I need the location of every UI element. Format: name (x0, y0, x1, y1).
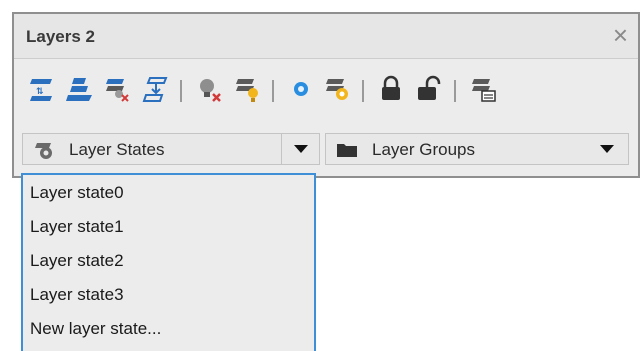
layers-toolbar: ⇅ (14, 60, 638, 120)
chevron-down-icon[interactable] (600, 145, 614, 153)
layer-states-combo[interactable]: Layer States (22, 133, 320, 165)
list-item[interactable]: Layer state0 (30, 183, 124, 203)
toolbar-separator (362, 80, 364, 102)
list-item[interactable]: Layer state1 (30, 217, 124, 237)
layer-properties-icon[interactable] (468, 74, 498, 104)
list-item[interactable]: Layer state2 (30, 251, 124, 271)
folder-icon (336, 140, 358, 160)
panel-titlebar: Layers 2 × (14, 14, 638, 59)
isolate-layer-icon[interactable] (102, 74, 132, 104)
turn-all-layers-on-icon[interactable] (232, 74, 262, 104)
previous-layer-icon[interactable] (140, 74, 170, 104)
new-layer-state-item[interactable]: New layer state... (30, 319, 161, 339)
svg-text:⇅: ⇅ (36, 87, 44, 97)
layers-panel: Layers 2 × ⇅ Layer States Layer Groups (12, 12, 640, 178)
layer-states-label: Layer States (69, 140, 165, 159)
close-icon[interactable]: × (613, 21, 628, 49)
layer-groups-label: Layer Groups (372, 140, 475, 159)
layer-states-dropdown-list: Layer state0 Layer state1 Layer state2 L… (21, 173, 316, 351)
match-layer-icon[interactable] (64, 74, 94, 104)
toolbar-separator (272, 80, 274, 102)
set-current-layer-icon[interactable]: ⇅ (26, 74, 56, 104)
toolbar-separator (180, 80, 182, 102)
list-item[interactable]: Layer state3 (30, 285, 124, 305)
lock-layer-icon[interactable] (376, 74, 406, 104)
chevron-down-icon (294, 145, 308, 153)
unlock-layer-icon[interactable] (414, 74, 444, 104)
layer-states-dropdown-button[interactable] (281, 134, 320, 164)
toolbar-separator (454, 80, 456, 102)
layer-off-icon[interactable] (194, 74, 224, 104)
layer-states-gear-icon (33, 140, 55, 160)
panel-title: Layers 2 (26, 27, 95, 46)
freeze-layer-icon[interactable] (286, 74, 316, 104)
thaw-all-layers-icon[interactable] (322, 74, 352, 104)
layer-groups-combo[interactable]: Layer Groups (325, 133, 629, 165)
